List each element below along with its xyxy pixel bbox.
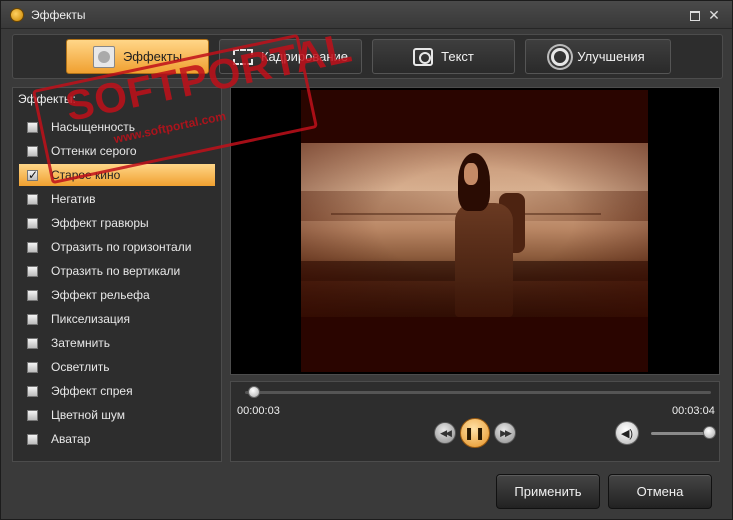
effects-panel-label: Эффекты: <box>18 92 76 106</box>
effect-label: Осветлить <box>51 360 110 374</box>
effect-label: Старое кино <box>51 168 121 182</box>
effect-checkbox[interactable] <box>27 361 38 373</box>
pause-icon: ❚❚ <box>463 426 487 440</box>
effect-item[interactable]: Негатив <box>19 188 215 210</box>
effect-checkbox[interactable] <box>27 241 38 253</box>
effect-checkbox[interactable] <box>27 145 38 157</box>
tab-enhance[interactable]: Улучшения <box>525 39 671 74</box>
tab-enhance-label: Улучшения <box>577 49 645 64</box>
tab-text[interactable]: Текст <box>372 39 515 74</box>
skip-forward-icon: ▶▶ <box>500 427 512 438</box>
crop-icon <box>232 48 253 65</box>
effect-checkbox[interactable] <box>27 313 38 325</box>
effect-label: Оттенки серого <box>51 144 137 158</box>
speaker-icon: ◀) <box>620 427 634 440</box>
effect-item[interactable]: Эффект рельефа <box>19 284 215 306</box>
effect-item[interactable]: Цветной шум <box>19 404 215 426</box>
effect-item[interactable]: Осветлить <box>19 356 215 378</box>
effect-checkbox[interactable] <box>27 337 38 349</box>
effect-item[interactable]: Отразить по горизонтали <box>19 236 215 258</box>
effect-checkbox[interactable] <box>27 193 38 205</box>
tab-effects[interactable]: Эффекты <box>66 39 209 74</box>
current-time: 00:00:03 <box>237 405 280 417</box>
seek-thumb[interactable] <box>248 386 261 398</box>
effects-icon <box>92 45 115 68</box>
effect-checkbox[interactable] <box>27 121 38 133</box>
effect-label: Затемнить <box>51 336 111 350</box>
effect-checkbox[interactable] <box>27 409 38 421</box>
effect-label: Аватар <box>51 432 91 446</box>
effect-item[interactable]: Отразить по вертикали <box>19 260 215 282</box>
effects-panel: Эффекты: Насыщенность Оттенки серого Старо… <box>12 87 222 462</box>
effect-label: Насыщенность <box>51 120 136 134</box>
title-bar: Эффекты ✕ <box>1 1 732 29</box>
skip-forward-button[interactable]: ▶▶ <box>494 422 516 444</box>
effect-checkbox[interactable] <box>27 433 38 445</box>
player-controls: 00:00:03 00:03:04 ◀◀ ❚❚ ▶▶ ◀) <box>230 381 720 462</box>
effect-checkbox[interactable] <box>27 217 38 229</box>
video-image <box>301 143 648 317</box>
volume-thumb[interactable] <box>703 426 716 439</box>
tab-effects-label: Эффекты <box>122 49 183 64</box>
effect-label: Негатив <box>51 192 96 206</box>
enhance-icon <box>551 47 570 66</box>
skip-back-icon: ◀◀ <box>440 427 452 438</box>
tab-crop-label: Кадрирование <box>260 49 348 64</box>
effect-label: Эффект гравюры <box>51 216 149 230</box>
effect-checkbox[interactable] <box>27 265 38 277</box>
duration-time: 00:03:04 <box>672 405 715 417</box>
effect-label: Отразить по вертикали <box>51 264 181 278</box>
effect-item[interactable]: Затемнить <box>19 332 215 354</box>
effect-item[interactable]: Оттенки серого <box>19 140 215 162</box>
close-button[interactable]: ✕ <box>705 6 723 24</box>
effect-checkbox[interactable] <box>27 385 38 397</box>
effect-label: Цветной шум <box>51 408 125 422</box>
effect-item[interactable]: Эффект спрея <box>19 380 215 402</box>
effect-label: Отразить по горизонтали <box>51 240 192 254</box>
tab-text-label: Текст <box>441 49 474 64</box>
effect-label: Пикселизация <box>51 312 130 326</box>
effect-checkbox[interactable] <box>27 168 38 182</box>
skip-back-button[interactable]: ◀◀ <box>434 422 456 444</box>
maximize-button[interactable] <box>685 6 703 24</box>
effect-item[interactable]: Пикселизация <box>19 308 215 330</box>
effect-item[interactable]: Аватар <box>19 428 215 450</box>
window-title: Эффекты <box>31 8 86 22</box>
effect-item[interactable]: Насыщенность <box>19 116 215 138</box>
effect-item[interactable]: Эффект гравюры <box>19 212 215 234</box>
app-icon <box>10 8 24 22</box>
volume-button[interactable]: ◀) <box>615 421 639 445</box>
video-preview <box>230 87 720 375</box>
cancel-button[interactable]: Отмена <box>608 474 712 509</box>
apply-button[interactable]: Применить <box>496 474 600 509</box>
effect-checkbox[interactable] <box>27 289 38 301</box>
seek-track[interactable] <box>245 391 711 394</box>
effect-label: Эффект спрея <box>51 384 133 398</box>
pause-button[interactable]: ❚❚ <box>460 418 490 448</box>
effect-label: Эффект рельефа <box>51 288 150 302</box>
text-icon <box>413 47 434 66</box>
effect-item[interactable]: Старое кино <box>19 164 215 186</box>
volume-track[interactable] <box>651 432 711 435</box>
tab-crop[interactable]: Кадрирование <box>219 39 362 74</box>
effects-dialog: Эффекты ✕ Эффекты Кадрирование Текст Улу… <box>0 0 733 520</box>
tab-bar: Эффекты Кадрирование Текст Улучшения <box>12 34 723 79</box>
